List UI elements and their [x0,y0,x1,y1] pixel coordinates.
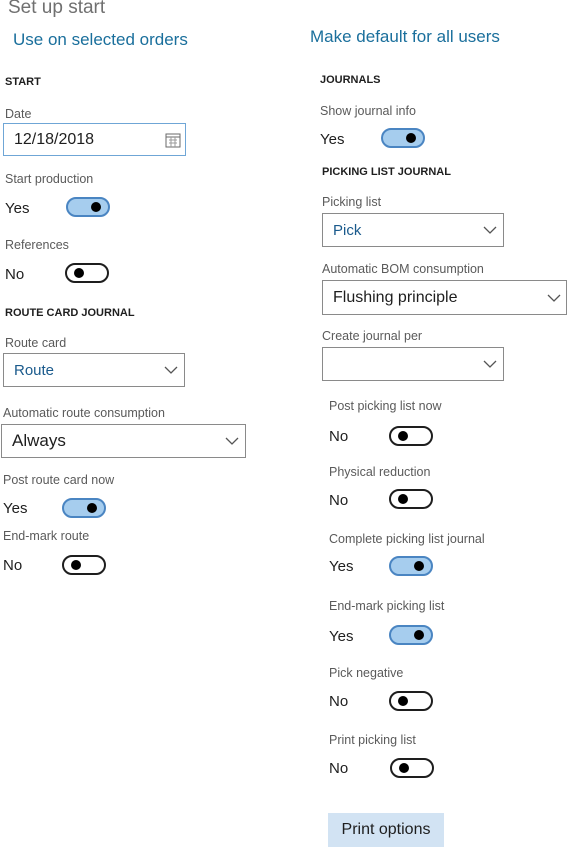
chevron-down-icon [547,294,561,302]
end-mark-picking-list-toggle[interactable] [389,625,433,645]
end-mark-route-toggle[interactable] [62,555,106,575]
toggle-knob [414,630,424,640]
toggle-knob [398,696,408,706]
end-mark-picking-list-value: Yes [329,628,354,645]
print-picking-list-toggle[interactable] [390,758,434,778]
picking-list-select[interactable]: Pick [322,213,504,247]
toggle-knob [74,268,84,278]
toggle-knob [398,494,408,504]
show-journal-info-value: Yes [320,131,345,148]
auto-bom-label: Automatic BOM consumption [322,262,484,276]
post-picking-list-toggle[interactable] [389,426,433,446]
pick-negative-toggle[interactable] [389,691,433,711]
end-mark-route-value: No [3,557,23,574]
auto-route-select[interactable]: Always [1,424,246,458]
make-default-link[interactable]: Make default for all users [310,27,500,47]
journals-heading: JOURNALS [320,74,381,86]
toggle-knob [71,560,81,570]
toggle-knob [414,561,424,571]
date-label: Date [5,107,32,121]
post-route-card-value: Yes [3,500,28,517]
date-field[interactable]: 12/18/2018 [3,123,186,156]
physical-reduction-toggle[interactable] [389,489,433,509]
picking-list-label: Picking list [322,195,382,209]
calendar-icon[interactable] [165,132,181,148]
start-production-label: Start production [5,172,94,186]
chevron-down-icon [483,360,497,368]
date-value: 12/18/2018 [14,131,95,148]
post-picking-list-label: Post picking list now [329,399,442,413]
references-label: References [5,238,69,252]
auto-bom-value: Flushing principle [333,289,458,306]
pick-negative-value: No [329,693,349,710]
physical-reduction-label: Physical reduction [329,465,431,479]
auto-route-label: Automatic route consumption [3,406,165,420]
complete-picking-list-value: Yes [329,558,354,575]
chevron-down-icon [164,366,178,374]
toggle-knob [87,503,97,513]
show-journal-info-label: Show journal info [320,104,416,118]
post-route-card-toggle[interactable] [62,498,106,518]
end-mark-route-label: End-mark route [3,529,90,543]
toggle-knob [91,202,101,212]
print-options-button[interactable]: Print options [328,813,444,847]
picking-list-journal-heading: PICKING LIST JOURNAL [322,166,451,178]
create-journal-per-label: Create journal per [322,329,423,343]
pick-negative-label: Pick negative [329,666,404,680]
complete-picking-list-label: Complete picking list journal [329,532,485,546]
chevron-down-icon [225,437,239,445]
use-on-selected-orders-link[interactable]: Use on selected orders [13,30,188,50]
route-card-value: Route [14,362,55,379]
end-mark-picking-list-label: End-mark picking list [329,599,445,613]
start-production-value: Yes [5,200,30,217]
auto-bom-select[interactable]: Flushing principle [322,280,567,315]
start-heading: START [5,76,41,88]
references-value: No [5,266,25,283]
post-picking-list-value: No [329,428,349,445]
chevron-down-icon [483,226,497,234]
route-card-journal-heading: ROUTE CARD JOURNAL [5,307,135,319]
print-picking-list-label: Print picking list [329,733,416,747]
page-title: Set up start [8,0,106,18]
auto-route-value: Always [12,431,66,450]
toggle-knob [398,431,408,441]
toggle-knob [406,133,416,143]
show-journal-info-toggle[interactable] [381,128,425,148]
toggle-knob [399,763,409,773]
create-journal-per-select[interactable] [322,347,504,381]
print-picking-list-value: No [329,760,349,777]
complete-picking-list-toggle[interactable] [389,556,433,576]
post-route-card-label: Post route card now [3,473,115,487]
start-production-toggle[interactable] [66,197,110,217]
physical-reduction-value: No [329,492,349,509]
route-card-select[interactable]: Route [3,353,185,387]
picking-list-value: Pick [333,222,362,239]
references-toggle[interactable] [65,263,109,283]
route-card-label: Route card [5,336,67,350]
